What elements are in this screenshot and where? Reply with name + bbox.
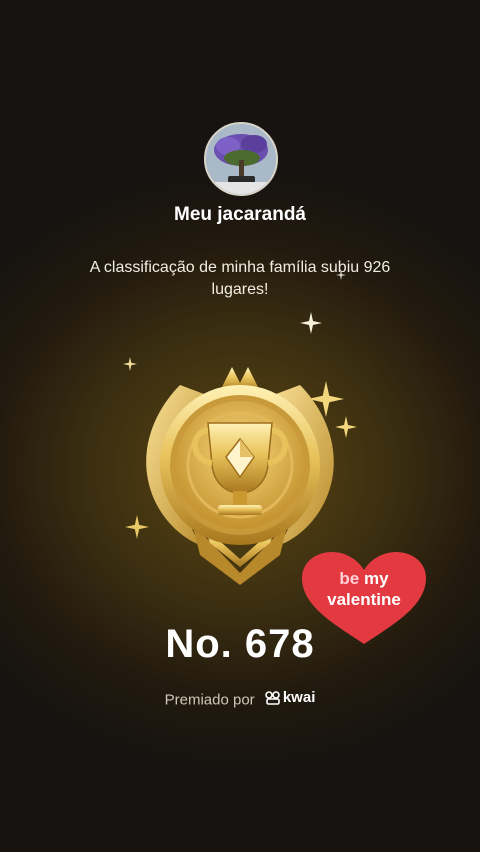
awarded-by: Premiado por kwai [0,689,480,709]
kwai-brand-text: kwai [282,689,316,706]
jacaranda-tree-photo-icon [206,124,276,194]
kwai-logo-icon [265,690,280,705]
sticker-word-my: my [364,569,389,588]
valentine-sticker-text: be my valentine [298,568,430,610]
profile-name: Meu jacarandá [174,204,306,225]
trophy-badge-icon [146,367,334,585]
kwai-brand: kwai [265,689,316,706]
sticker-word-be: be [339,569,360,588]
rank-number: No. 678 [165,622,315,666]
profile-avatar[interactable] [204,122,278,196]
sparkle-icon [300,312,322,334]
rank-message: A classificação de minha família subiu 9… [89,259,391,298]
sparkle-icon [336,270,346,280]
sticker-word-valentine: valentine [327,590,401,609]
awarded-by-label: Premiado por [164,691,255,709]
